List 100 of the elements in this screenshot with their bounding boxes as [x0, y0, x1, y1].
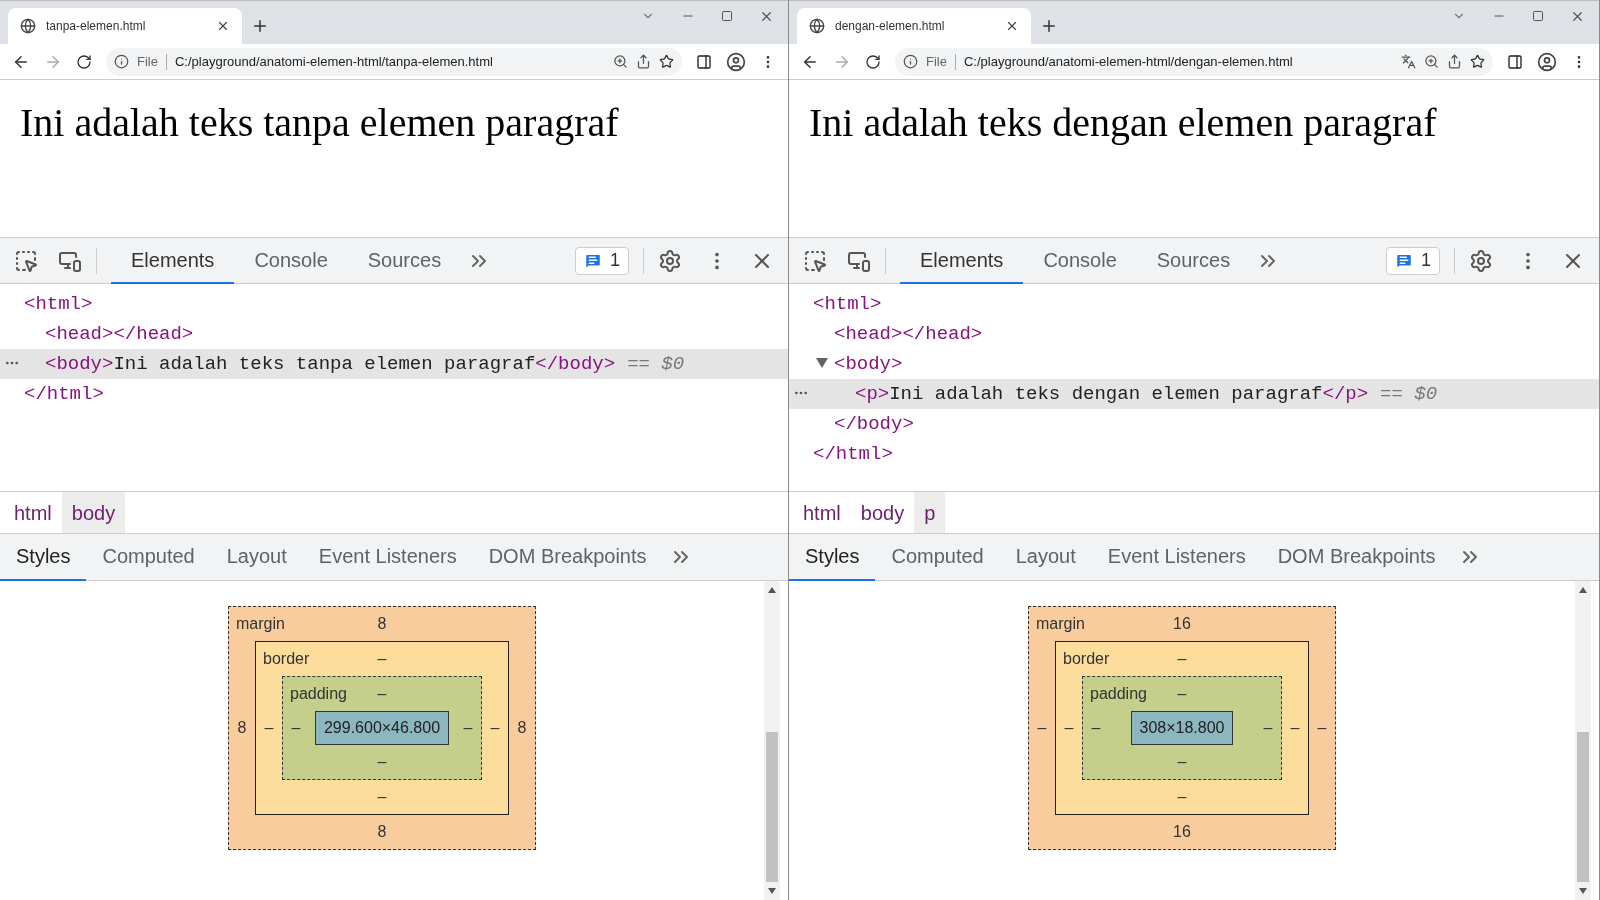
scroll-up-icon[interactable] — [1579, 587, 1587, 593]
dom-row[interactable]: <body>Ini adalah teks tanpa elemen paragraf</body> == $0 — [0, 349, 788, 379]
box-value: 8 — [516, 718, 528, 738]
close-tag: </html> — [24, 379, 104, 409]
page-heading: Ini adalah teks tanpa elemen paragraf — [20, 99, 620, 147]
box-value: – — [1063, 718, 1075, 738]
dom-row[interactable]: <p>Ini adalah teks dengan elemen paragraf</p> == $0 — [789, 379, 1599, 409]
breadcrumb[interactable]: body — [850, 492, 915, 533]
scrollbar[interactable] — [764, 581, 780, 900]
styles-pane-tab[interactable]: Styles — [789, 533, 876, 581]
reload-icon[interactable] — [76, 53, 92, 70]
box-value: 8 — [377, 822, 387, 842]
scroll-down-icon[interactable] — [768, 888, 776, 894]
breadcrumb[interactable]: p — [914, 492, 946, 533]
share-icon[interactable] — [1447, 54, 1462, 69]
open-tag: <html> — [813, 289, 882, 319]
box-value: – — [1316, 718, 1328, 738]
star-icon[interactable] — [1470, 54, 1485, 69]
inspect-icon[interactable] — [14, 248, 38, 273]
profile-icon[interactable] — [726, 51, 746, 72]
scrollbar-thumb[interactable] — [1577, 732, 1589, 882]
styles-pane-tab[interactable]: Computed — [875, 533, 1000, 581]
styles-pane-tab[interactable]: Event Listeners — [302, 533, 473, 581]
url-text: C:/playground/anatomi-elemen-html/tanpa-elemen.html — [174, 52, 494, 71]
styles-pane-tab[interactable]: Layout — [999, 533, 1092, 581]
styles-pane-tab[interactable]: DOM Breakpoints — [1261, 533, 1452, 581]
side-panel-icon[interactable] — [1507, 53, 1523, 70]
devtools-tab[interactable]: Console — [234, 237, 348, 284]
issues-button[interactable]: 1 — [575, 246, 629, 275]
styles-pane-tab[interactable]: Styles — [0, 533, 87, 581]
close-icon[interactable] — [1005, 19, 1019, 33]
open-tag: <head> — [45, 319, 114, 349]
scroll-up-icon[interactable] — [768, 587, 776, 593]
devtools-tab[interactable]: Sources — [347, 237, 462, 284]
box-value: – — [290, 718, 302, 738]
reload-icon[interactable] — [865, 53, 881, 70]
open-tag: <html> — [24, 289, 93, 319]
page-heading: Ini adalah teks dengan elemen paragraf — [809, 99, 1438, 147]
styles-pane-tab[interactable]: Event Listeners — [1091, 533, 1262, 581]
box-value: – — [1177, 649, 1187, 669]
scroll-down-icon[interactable] — [1579, 888, 1587, 894]
side-panel-icon[interactable] — [696, 53, 712, 70]
browser-tab[interactable]: dengan-elemen.html — [797, 8, 1031, 44]
box-label: border — [263, 649, 311, 669]
tab-title: dengan-elemen.html — [835, 18, 946, 35]
maximize-icon[interactable] — [721, 10, 733, 22]
box-label: margin — [1036, 614, 1086, 634]
breadcrumb[interactable]: html — [793, 492, 851, 533]
close-tag: </head> — [902, 319, 983, 349]
breadcrumb[interactable]: html — [4, 492, 62, 533]
address-bar[interactable]: File C:/playground/anatomi-elemen-html/dengan-elemen.html — [895, 47, 1493, 76]
dom-row[interactable]: <body> — [789, 349, 1599, 379]
globe-icon — [809, 18, 825, 34]
devtools-tab[interactable]: Elements — [900, 237, 1024, 284]
open-tag: <p> — [855, 379, 890, 409]
zoom-icon[interactable] — [1424, 54, 1439, 69]
node-text: Ini adalah teks dengan elemen paragraf — [889, 381, 1323, 407]
open-tag: <head> — [834, 319, 903, 349]
box-value: – — [1177, 787, 1187, 807]
box-value: – — [377, 684, 387, 704]
styles-pane-tab[interactable]: DOM Breakpoints — [472, 533, 663, 581]
close-icon[interactable] — [216, 19, 230, 33]
settings-icon[interactable] — [658, 248, 682, 273]
dom-row[interactable]: <html> — [0, 289, 788, 319]
dom-row[interactable]: <head></head> — [0, 319, 788, 349]
info-icon — [114, 54, 129, 69]
maximize-icon[interactable] — [1532, 10, 1544, 22]
devtools-tab[interactable]: Console — [1023, 237, 1137, 284]
zoom-icon[interactable] — [613, 54, 628, 69]
box-value: 16 — [1173, 614, 1191, 634]
url-scheme: File — [926, 52, 947, 71]
dom-row[interactable]: <head></head> — [789, 319, 1599, 349]
box-value: – — [377, 787, 387, 807]
share-icon[interactable] — [636, 54, 651, 69]
settings-icon[interactable] — [1469, 248, 1493, 273]
open-tag: <body> — [834, 349, 903, 379]
expanded-triangle-icon[interactable] — [816, 357, 828, 369]
close-tag: </body> — [535, 349, 616, 379]
inspect-icon[interactable] — [803, 248, 827, 273]
translate-icon[interactable] — [1401, 54, 1416, 69]
star-icon[interactable] — [659, 54, 674, 69]
close-tag: </p> — [1322, 379, 1369, 409]
selection-marker: == $0 — [627, 351, 685, 377]
box-value: 8 — [236, 718, 248, 738]
scrollbar-thumb[interactable] — [766, 732, 778, 882]
box-label: padding — [290, 684, 348, 704]
profile-icon[interactable] — [1537, 51, 1557, 72]
box-value: – — [1177, 752, 1187, 772]
styles-pane-tab[interactable]: Computed — [86, 533, 211, 581]
issues-button[interactable]: 1 — [1386, 246, 1440, 275]
box-label: margin — [236, 614, 286, 634]
address-bar[interactable]: File C:/playground/anatomi-elemen-html/tanpa-elemen.html — [106, 47, 682, 76]
browser-tab[interactable]: tanpa-elemen.html — [8, 8, 242, 44]
devtools-tab[interactable]: Sources — [1136, 237, 1251, 284]
breadcrumb[interactable]: body — [61, 492, 126, 533]
close-tag: </head> — [113, 319, 194, 349]
devtools-tab[interactable]: Elements — [111, 237, 235, 284]
styles-pane-tab[interactable]: Layout — [210, 533, 303, 581]
scrollbar[interactable] — [1575, 581, 1591, 900]
dom-row[interactable]: <html> — [789, 289, 1599, 319]
